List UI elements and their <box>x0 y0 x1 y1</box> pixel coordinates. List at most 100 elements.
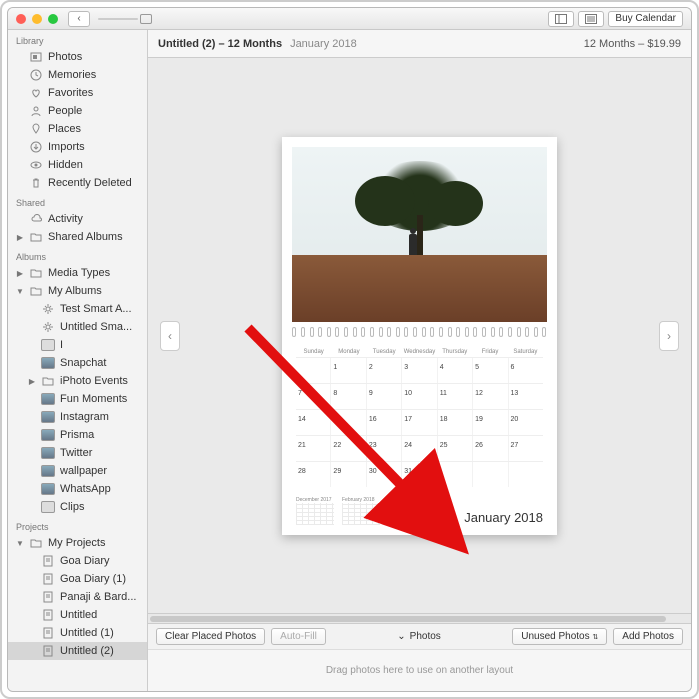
sidebar-item[interactable]: ▶Imports <box>8 138 147 156</box>
sidebar-item[interactable]: ▶Untitled Sma... <box>8 318 147 336</box>
main-area: Untitled (2) – 12 Months January 2018 12… <box>148 30 691 691</box>
sidebar-item-label: Untitled Sma... <box>60 321 132 333</box>
calendar-preview[interactable]: SundayMondayTuesdayWednesdayThursdayFrid… <box>282 137 557 535</box>
horizontal-scrollbar[interactable] <box>148 613 691 623</box>
autofill-button[interactable]: Auto-Fill <box>271 628 326 645</box>
project-title: Untitled (2) – 12 Months <box>158 38 282 50</box>
disclosure-icon[interactable]: ▼ <box>16 287 24 296</box>
chevron-down-icon: ⌄ <box>397 631 405 642</box>
sidebar-item[interactable]: ▶Media Types <box>8 264 147 282</box>
sidebar-item-label: wallpaper <box>60 465 107 477</box>
next-page-button[interactable]: › <box>659 321 679 351</box>
sidebar-item[interactable]: ▶Untitled <box>8 606 147 624</box>
prev-page-button[interactable]: ‹ <box>160 321 180 351</box>
gray-icon <box>41 339 55 351</box>
binding-rings <box>282 327 557 339</box>
photos-toggle[interactable]: ⌄ Photos <box>397 631 441 642</box>
sidebar-item-label: Instagram <box>60 411 109 423</box>
sidebar-item[interactable]: ▶Snapchat <box>8 354 147 372</box>
sidebar-item-label: Untitled (2) <box>60 645 114 657</box>
sidebar-item[interactable]: ▶Untitled (1) <box>8 624 147 642</box>
sidebar-item-label: Prisma <box>60 429 94 441</box>
sidebar-item-label: Hidden <box>48 159 83 171</box>
close-icon[interactable] <box>16 14 26 24</box>
window-controls <box>16 14 58 24</box>
page-icon <box>41 591 55 603</box>
sidebar-item[interactable]: ▶Places <box>8 120 147 138</box>
month-label: January 2018 <box>464 510 543 525</box>
sidebar-item[interactable]: ▶wallpaper <box>8 462 147 480</box>
clear-placed-button[interactable]: Clear Placed Photos <box>156 628 265 645</box>
imports-icon <box>29 141 43 153</box>
sidebar-item[interactable]: ▶I <box>8 336 147 354</box>
page-icon <box>41 627 55 639</box>
sidebar-item[interactable]: ▶Untitled (2) <box>8 642 147 660</box>
sidebar-item[interactable]: ▼ My Albums <box>8 282 147 300</box>
section-shared: Shared <box>8 192 147 210</box>
eye-icon <box>29 159 43 171</box>
sidebar-item-label: My Albums <box>48 285 102 297</box>
sidebar-toggle-button[interactable] <box>548 11 574 27</box>
cloud-icon <box>29 213 43 225</box>
sidebar-item[interactable]: ▶Twitter <box>8 444 147 462</box>
sidebar-item[interactable]: ▶Hidden <box>8 156 147 174</box>
info-toggle-button[interactable] <box>578 11 604 27</box>
sidebar-item-label: Activity <box>48 213 83 225</box>
buy-calendar-button[interactable]: Buy Calendar <box>608 11 683 27</box>
zoom-icon[interactable] <box>48 14 58 24</box>
back-button[interactable]: ‹ <box>68 11 90 27</box>
gear-icon <box>41 303 55 315</box>
add-photos-button[interactable]: Add Photos <box>613 628 683 645</box>
thumb-icon <box>41 393 55 405</box>
sidebar-item[interactable]: ▼ My Projects <box>8 534 147 552</box>
unused-photos-select[interactable]: Unused Photos ⇅ <box>512 628 607 645</box>
folder-icon <box>41 375 55 387</box>
sidebar-item-label: iPhoto Events <box>60 375 128 387</box>
sidebar-item[interactable]: ▶ iPhoto Events <box>8 372 147 390</box>
disclosure-icon[interactable]: ▶ <box>28 377 36 386</box>
sidebar-item-label: My Projects <box>48 537 105 549</box>
sidebar-item[interactable]: ▶WhatsApp <box>8 480 147 498</box>
sidebar-item[interactable]: ▶Goa Diary (1) <box>8 570 147 588</box>
trash-icon <box>29 177 43 189</box>
thumb-icon <box>41 447 55 459</box>
minimize-icon[interactable] <box>32 14 42 24</box>
sidebar-item[interactable]: ▶Activity <box>8 210 147 228</box>
sidebar-item-label: Favorites <box>48 87 93 99</box>
project-subtitle: January 2018 <box>290 38 357 50</box>
sidebar-item[interactable]: ▶Memories <box>8 66 147 84</box>
sidebar-item-label: Snapchat <box>60 357 106 369</box>
disclosure-icon[interactable]: ▼ <box>16 539 24 548</box>
sidebar-item[interactable]: ▶Goa Diary <box>8 552 147 570</box>
sidebar-item-label: People <box>48 105 82 117</box>
sidebar-item[interactable]: ▶Prisma <box>8 426 147 444</box>
sidebar-item-label: Test Smart A... <box>60 303 132 315</box>
zoom-slider[interactable] <box>98 14 152 24</box>
sidebar-item[interactable]: ▶Photos <box>8 48 147 66</box>
sidebar-item[interactable]: ▶Shared Albums <box>8 228 147 246</box>
album-icon <box>29 285 43 297</box>
sidebar-item-label: Goa Diary (1) <box>60 573 126 585</box>
disclosure-icon[interactable]: ▶ <box>16 233 24 242</box>
sidebar-item[interactable]: ▶Fun Moments <box>8 390 147 408</box>
sidebar-item[interactable]: ▶Panaji & Bard... <box>8 588 147 606</box>
page-icon <box>41 555 55 567</box>
sidebar-item[interactable]: ▶Recently Deleted <box>8 174 147 192</box>
project-price: 12 Months – $19.99 <box>584 38 681 50</box>
sidebar-item[interactable]: ▶Instagram <box>8 408 147 426</box>
sidebar-item[interactable]: ▶Favorites <box>8 84 147 102</box>
sidebar-item-label: Clips <box>60 501 84 513</box>
sidebar-item-label: Memories <box>48 69 96 81</box>
section-projects: Projects <box>8 516 147 534</box>
sidebar-item-label: Untitled (1) <box>60 627 114 639</box>
thumb-icon <box>41 465 55 477</box>
gear-icon <box>41 321 55 333</box>
options-button[interactable]: Options <box>391 506 447 525</box>
photo-drop-area[interactable]: Drag photos here to use on another layou… <box>148 649 691 691</box>
folder-icon <box>29 231 43 243</box>
sidebar-item[interactable]: ▶Test Smart A... <box>8 300 147 318</box>
calendar-photo[interactable] <box>292 147 547 322</box>
sidebar-item[interactable]: ▶People <box>8 102 147 120</box>
disclosure-icon[interactable]: ▶ <box>16 269 24 278</box>
sidebar-item[interactable]: ▶Clips <box>8 498 147 516</box>
